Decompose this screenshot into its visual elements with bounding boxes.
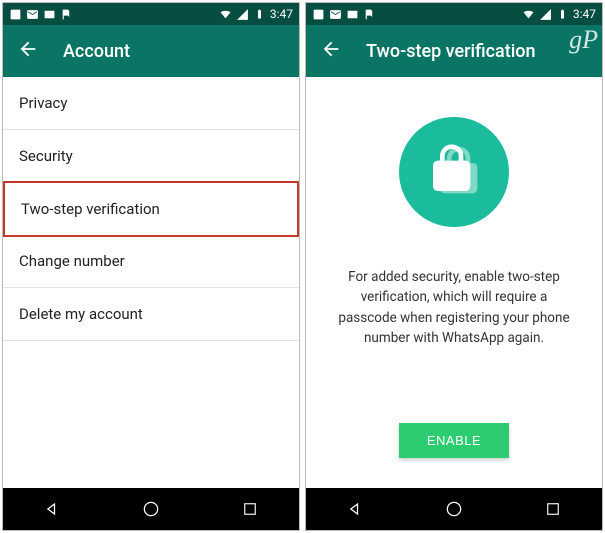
back-icon[interactable] (320, 38, 342, 64)
lock-circle (399, 117, 509, 227)
battery-icon (253, 8, 266, 21)
nav-bar (306, 488, 602, 530)
list-item-security[interactable]: Security (3, 130, 299, 183)
phone-right: gP 3:47 Two-step verification (305, 2, 603, 531)
cell-icon (539, 8, 552, 21)
status-bar: 3:47 (306, 3, 602, 25)
photo-icon (346, 8, 359, 21)
list-item-delete-account[interactable]: Delete my account (3, 288, 299, 341)
mail-icon (329, 8, 342, 21)
status-right-icons: 3:47 (219, 7, 293, 21)
mail-icon (26, 8, 39, 21)
wifi-icon (522, 8, 535, 21)
flag-icon (60, 8, 73, 21)
list-label: Security (19, 147, 73, 165)
nav-recent-icon[interactable] (239, 498, 261, 520)
status-time: 3:47 (270, 7, 293, 21)
app-bar: Two-step verification (306, 25, 602, 77)
back-icon[interactable] (17, 38, 39, 64)
enable-button[interactable]: ENABLE (399, 423, 509, 458)
nav-recent-icon[interactable] (542, 498, 564, 520)
flag-icon (363, 8, 376, 21)
nav-home-icon[interactable] (140, 498, 162, 520)
page-title: Account (63, 41, 130, 62)
battery-icon (556, 8, 569, 21)
status-left-icons (9, 8, 73, 21)
nav-back-icon[interactable] (344, 498, 366, 520)
status-left-icons (312, 8, 376, 21)
list-label: Two-step verification (21, 200, 160, 218)
wifi-icon (219, 8, 232, 21)
list-label: Privacy (19, 94, 67, 112)
tsv-description: For added security, enable two-step veri… (330, 267, 578, 348)
photo-icon (43, 8, 56, 21)
enable-label: ENABLE (427, 433, 481, 448)
nav-back-icon[interactable] (41, 498, 63, 520)
app-bar: Account (3, 25, 299, 77)
phone-left: 3:47 Account Privacy Security Two-step v… (2, 2, 300, 531)
status-bar: 3:47 (3, 3, 299, 25)
list-label: Delete my account (19, 305, 143, 323)
status-time: 3:47 (573, 7, 596, 21)
lock-icon (426, 142, 482, 202)
nav-home-icon[interactable] (443, 498, 465, 520)
list-label: Change number (19, 252, 125, 270)
tsv-content: For added security, enable two-step veri… (306, 77, 602, 488)
nav-bar (3, 488, 299, 530)
notif-icon (312, 8, 325, 21)
list-item-privacy[interactable]: Privacy (3, 77, 299, 130)
notif-icon (9, 8, 22, 21)
cell-icon (236, 8, 249, 21)
page-title: Two-step verification (366, 41, 536, 62)
list-item-change-number[interactable]: Change number (3, 235, 299, 288)
list-item-two-step[interactable]: Two-step verification (3, 181, 299, 237)
status-right-icons: 3:47 (522, 7, 596, 21)
account-list: Privacy Security Two-step verification C… (3, 77, 299, 488)
